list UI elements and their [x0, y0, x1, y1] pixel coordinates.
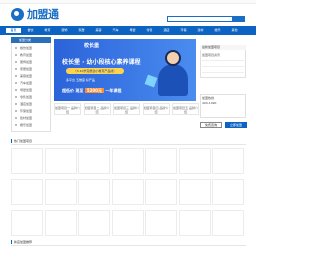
banner-tags: 多平台 五维度 好产品: [66, 78, 95, 82]
sidebar-item[interactable]: 教育加盟: [13, 53, 49, 57]
divider: [202, 72, 244, 73]
divider: [11, 245, 246, 246]
nav-item[interactable]: 餐饮: [23, 28, 38, 33]
project-card[interactable]: [212, 148, 244, 174]
sidebar-item[interactable]: 环保加盟: [13, 109, 49, 113]
search-button[interactable]: [232, 16, 245, 22]
project-card[interactable]: [145, 210, 177, 236]
project-card[interactable]: [44, 210, 77, 236]
project-card[interactable]: [78, 210, 110, 236]
project-card[interactable]: [78, 148, 110, 174]
hotline-value: 400-1090: [202, 101, 217, 105]
join-button[interactable]: 立即加盟: [225, 122, 247, 128]
logo-icon: [11, 7, 24, 21]
section-hot-title: 热门加盟项目: [11, 139, 32, 143]
divider: [202, 66, 244, 67]
project-card[interactable]: [11, 210, 43, 236]
project-card[interactable]: [212, 179, 244, 205]
latest-projects-line[interactable]: 加盟项目资讯: [202, 53, 220, 57]
nav-item[interactable]: 教育: [40, 28, 55, 33]
sidebar-item[interactable]: 建材加盟: [13, 116, 49, 120]
top-strip: [0, 0, 256, 4]
sub-card[interactable]: 加盟项目一 品牌介绍: [54, 103, 81, 115]
banner-person-head: [165, 50, 181, 66]
sub-card[interactable]: 加盟项目二 品牌介绍: [83, 103, 111, 115]
project-card[interactable]: [111, 210, 144, 236]
divider: [11, 144, 246, 145]
offer-prefix: 超低价 现至: [62, 88, 84, 93]
nav-item[interactable]: 服饰: [57, 28, 72, 33]
project-card[interactable]: [111, 148, 144, 174]
banner-offer: 超低价 现至 5200元 一年课程: [62, 88, 140, 96]
banner-person-illustration: [158, 64, 188, 96]
project-card[interactable]: [11, 148, 43, 174]
hotline-label: 加盟热线: [202, 96, 215, 100]
project-card[interactable]: [145, 179, 177, 205]
nav-item[interactable]: 娱乐: [210, 28, 225, 33]
project-card[interactable]: [212, 210, 244, 236]
project-card[interactable]: [178, 210, 211, 236]
sub-card[interactable]: 加盟项目四 品牌介绍: [142, 103, 170, 115]
sidebar-item[interactable]: 服饰加盟: [13, 60, 49, 64]
nav-item[interactable]: 其他: [227, 28, 242, 33]
logo-text: 加盟通: [27, 8, 59, 21]
site-logo[interactable]: 加盟通: [11, 6, 59, 22]
banner-brand: 校长堡: [84, 43, 100, 49]
sub-card[interactable]: 加盟项目三 品牌介绍: [113, 103, 140, 115]
divider: [202, 60, 244, 61]
project-card[interactable]: [178, 148, 211, 174]
nav-item[interactable]: 家居: [74, 28, 89, 33]
nav-item[interactable]: 首页: [6, 28, 21, 33]
nav-item[interactable]: 酒店: [159, 28, 174, 33]
sidebar-title: 加盟分类: [11, 37, 51, 43]
nav-item[interactable]: 建材: [193, 28, 208, 33]
sidebar-item[interactable]: 零售加盟: [13, 95, 49, 99]
nav-item[interactable]: 美容: [91, 28, 106, 33]
banner-pill: （3-10岁完整幼小教育产品线）: [66, 68, 124, 74]
project-card[interactable]: [44, 148, 77, 174]
offer-amount: 5200元: [84, 88, 104, 93]
nav-item[interactable]: 环保: [176, 28, 191, 33]
project-card[interactable]: [111, 179, 144, 205]
sidebar-item[interactable]: 家居加盟: [13, 67, 49, 71]
nav-item[interactable]: 汽车: [108, 28, 123, 33]
project-card[interactable]: [11, 179, 43, 205]
sidebar-item[interactable]: 母婴加盟: [13, 88, 49, 92]
banner-title: 校长堡 · 幼小段核心素养课程: [62, 59, 141, 66]
nav-item[interactable]: 零售: [142, 28, 157, 33]
sub-card[interactable]: 加盟项目五 品牌介绍: [172, 103, 199, 115]
sidebar-item[interactable]: 娱乐加盟: [13, 123, 49, 127]
project-card[interactable]: [178, 179, 211, 205]
project-card[interactable]: [145, 148, 177, 174]
sidebar-item[interactable]: 汽车加盟: [13, 81, 49, 85]
sidebar-item[interactable]: 美容加盟: [13, 74, 49, 78]
offer-suffix: 一年课程: [105, 88, 122, 93]
page: 加盟通 首页 餐饮 教育 服饰 家居 美容 汽车 母婴 零售 酒店 环保 建材 娱乐 其他 加盟分类 餐饮…: [0, 0, 256, 256]
sidebar-item[interactable]: 餐饮加盟: [13, 46, 49, 50]
sidebar-item[interactable]: 酒店加盟: [13, 102, 49, 106]
search-input[interactable]: [167, 16, 233, 22]
consult-button[interactable]: 免费咨询: [200, 122, 222, 128]
project-card[interactable]: [44, 179, 77, 205]
section-new-title: 新店加盟推荐: [11, 240, 32, 244]
latest-projects-title: 最新加盟项目: [200, 45, 246, 50]
project-card[interactable]: [78, 179, 110, 205]
nav-item[interactable]: 母婴: [125, 28, 140, 33]
